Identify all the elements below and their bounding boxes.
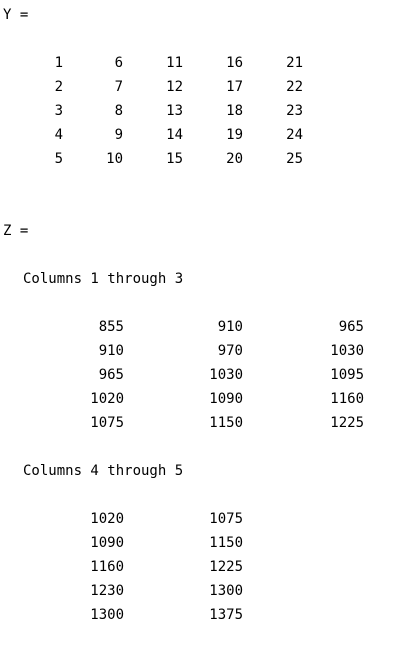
y-matrix-cell: 16 — [226, 55, 243, 71]
z-matrix-cell: 965 — [338, 319, 364, 335]
z-matrix-cell: 970 — [217, 343, 243, 359]
y-matrix-cell: 24 — [286, 127, 303, 143]
z-matrix-cell: 1160 — [330, 391, 364, 407]
z-matrix-cell: 910 — [98, 343, 124, 359]
z-matrix-cell: 1030 — [209, 367, 243, 383]
y-matrix-cell: 4 — [54, 127, 63, 143]
y-matrix-cell: 21 — [286, 55, 303, 71]
y-matrix-cell: 10 — [106, 151, 123, 167]
z-matrix-cell: 910 — [217, 319, 243, 335]
z-matrix-cell: 1375 — [209, 607, 243, 623]
y-matrix-cell: 1 — [54, 55, 63, 71]
z-matrix-cell: 1030 — [330, 343, 364, 359]
z-matrix-cell: 965 — [98, 367, 124, 383]
y-matrix-cell: 17 — [226, 79, 243, 95]
y-matrix-cell: 11 — [166, 55, 183, 71]
z-matrix-cell: 1225 — [209, 559, 243, 575]
z-matrix-cell: 1075 — [90, 415, 124, 431]
y-matrix-cell: 18 — [226, 103, 243, 119]
z-block-heading-2: Columns 4 through 5 — [23, 463, 184, 479]
y-matrix-cell: 25 — [286, 151, 303, 167]
z-matrix-cell: 1150 — [209, 415, 243, 431]
z-matrix-cell: 1075 — [209, 511, 243, 527]
z-matrix-cell: 1095 — [330, 367, 364, 383]
z-matrix-cell: 1225 — [330, 415, 364, 431]
y-matrix-cell: 5 — [54, 151, 63, 167]
y-label: Y = — [3, 7, 29, 23]
y-matrix-cell: 14 — [166, 127, 183, 143]
y-matrix-cell: 15 — [166, 151, 183, 167]
z-matrix-cell: 1020 — [90, 391, 124, 407]
z-label: Z = — [3, 223, 29, 239]
z-matrix-cell: 1160 — [90, 559, 124, 575]
y-matrix-cell: 8 — [114, 103, 123, 119]
z-matrix-cell: 1300 — [90, 607, 124, 623]
y-matrix-cell: 9 — [114, 127, 123, 143]
z-block-heading-1: Columns 1 through 3 — [23, 271, 184, 287]
y-matrix-cell: 2 — [54, 79, 63, 95]
z-matrix-cell: 1150 — [209, 535, 243, 551]
y-matrix-cell: 13 — [166, 103, 183, 119]
z-matrix-cell: 1090 — [90, 535, 124, 551]
z-matrix-cell: 855 — [98, 319, 124, 335]
z-matrix-cell: 1020 — [90, 511, 124, 527]
y-matrix-cell: 3 — [54, 103, 63, 119]
y-matrix-cell: 22 — [286, 79, 303, 95]
z-matrix-cell: 1090 — [209, 391, 243, 407]
z-matrix-cell: 1230 — [90, 583, 124, 599]
y-matrix-cell: 6 — [114, 55, 123, 71]
y-matrix-cell: 20 — [226, 151, 243, 167]
y-matrix-cell: 7 — [114, 79, 123, 95]
y-matrix-cell: 23 — [286, 103, 303, 119]
y-matrix-cell: 12 — [166, 79, 183, 95]
z-matrix-cell: 1300 — [209, 583, 243, 599]
y-matrix-cell: 19 — [226, 127, 243, 143]
